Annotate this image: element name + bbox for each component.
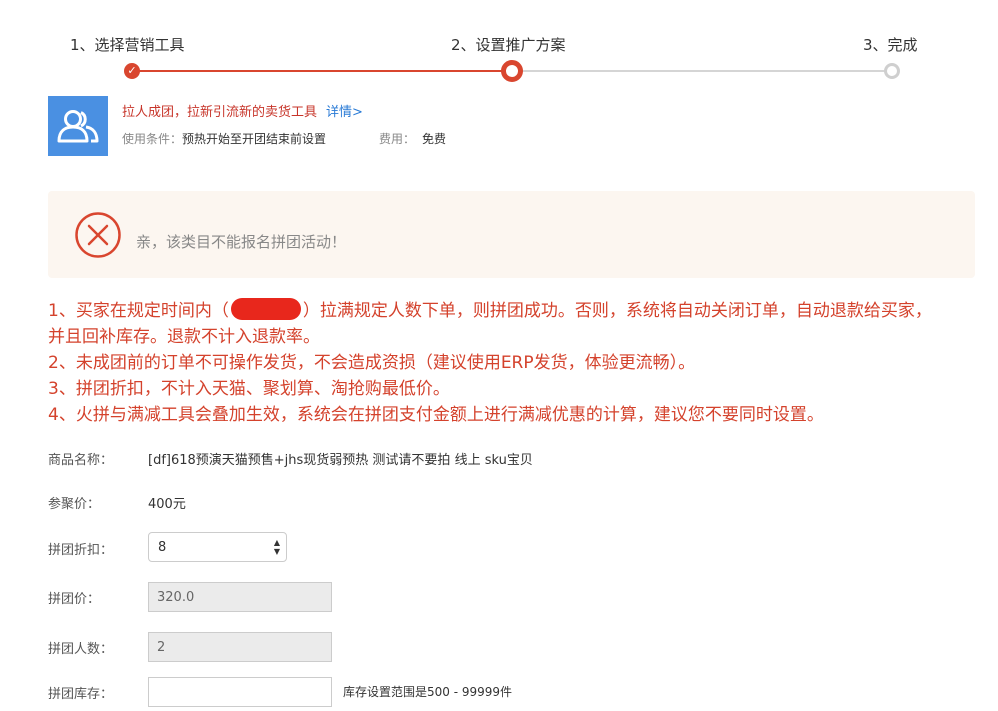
group-size-value: 2: [157, 640, 166, 655]
step-3-pending-marker: [884, 63, 900, 79]
users-icon: [48, 96, 108, 156]
step-2-label: 2、设置推广方案: [451, 36, 566, 54]
stepper-track-pending: [512, 70, 892, 72]
group-size-label: 拼团人数：: [48, 642, 114, 657]
step-1-check-icon: ✓: [124, 63, 140, 79]
error-message: 亲，该类目不能报名拼团活动！: [136, 233, 347, 251]
discount-selected-value: 8: [158, 540, 167, 555]
step-1-label: 1、选择营销工具: [70, 36, 185, 54]
fee-value: 免费: [422, 132, 447, 146]
rule-1-text-end: ）拉满规定人数下单，则拼团成功。否则，系统将自动关闭订单，自动退款给买家，: [302, 301, 932, 321]
stock-label: 拼团库存：: [48, 687, 114, 702]
rule-1-text-start: 1、买家在规定时间内（: [48, 301, 229, 321]
error-x-icon: [74, 211, 122, 263]
group-size-input: 2: [148, 632, 332, 662]
condition-label: 使用条件：: [122, 132, 183, 146]
rule-3: 3、拼团折扣，不计入天猫、聚划算、淘抢购最低价。: [48, 379, 450, 399]
rule-2: 2、未成团前的订单不可操作发货，不会造成资损（建议使用ERP发货，体验更流畅）。: [48, 353, 696, 373]
group-price-input: 320.0: [148, 582, 332, 612]
group-price-value: 320.0: [157, 590, 195, 605]
select-arrows-icon: ▲ ▼: [273, 538, 280, 556]
condition-value: 预热开始至开团结束前设置: [182, 132, 327, 146]
error-alert: 亲，该类目不能报名拼团活动！: [48, 191, 975, 278]
product-name-value: [df]618预演天猫预售+jhs现货弱预热 测试请不要拍 线上 sku宝贝: [148, 453, 533, 468]
discount-label: 拼团折扣：: [48, 543, 114, 558]
progress-stepper: 1、选择营销工具 2、设置推广方案 3、完成 ✓: [0, 0, 998, 90]
rule-1: 1、买家在规定时间内（ ）拉满规定人数下单，则拼团成功。否则，系统将自动关闭订单，…: [48, 298, 978, 324]
tool-description: 拉人成团，拉新引流新的卖货工具: [122, 105, 318, 120]
group-price-label: 拼团价：: [48, 592, 101, 607]
ref-price-label: 参聚价：: [48, 497, 101, 512]
step-2-current-marker: [501, 60, 523, 82]
redaction-mark: [230, 298, 301, 320]
stock-input[interactable]: [148, 677, 332, 707]
details-link[interactable]: 详情>: [326, 101, 363, 120]
stock-range-hint: 库存设置范围是500 - 99999件: [343, 685, 513, 699]
rule-1-continued: 并且回补库存。退款不计入退款率。: [48, 327, 320, 347]
rules-list: 1、买家在规定时间内（ ）拉满规定人数下单，则拼团成功。否则，系统将自动关闭订单，…: [48, 298, 978, 428]
rule-4: 4、火拼与满减工具会叠加生效，系统会在拼团支付金额上进行满减优惠的计算，建议您不…: [48, 405, 824, 425]
product-name-label: 商品名称：: [48, 453, 114, 468]
stepper-track-completed: [132, 70, 512, 72]
discount-select[interactable]: 8 ▲ ▼: [148, 532, 287, 562]
ref-price-value: 400元: [148, 497, 186, 512]
step-3-label: 3、完成: [863, 36, 918, 54]
fee-label: 费用：: [379, 132, 416, 146]
